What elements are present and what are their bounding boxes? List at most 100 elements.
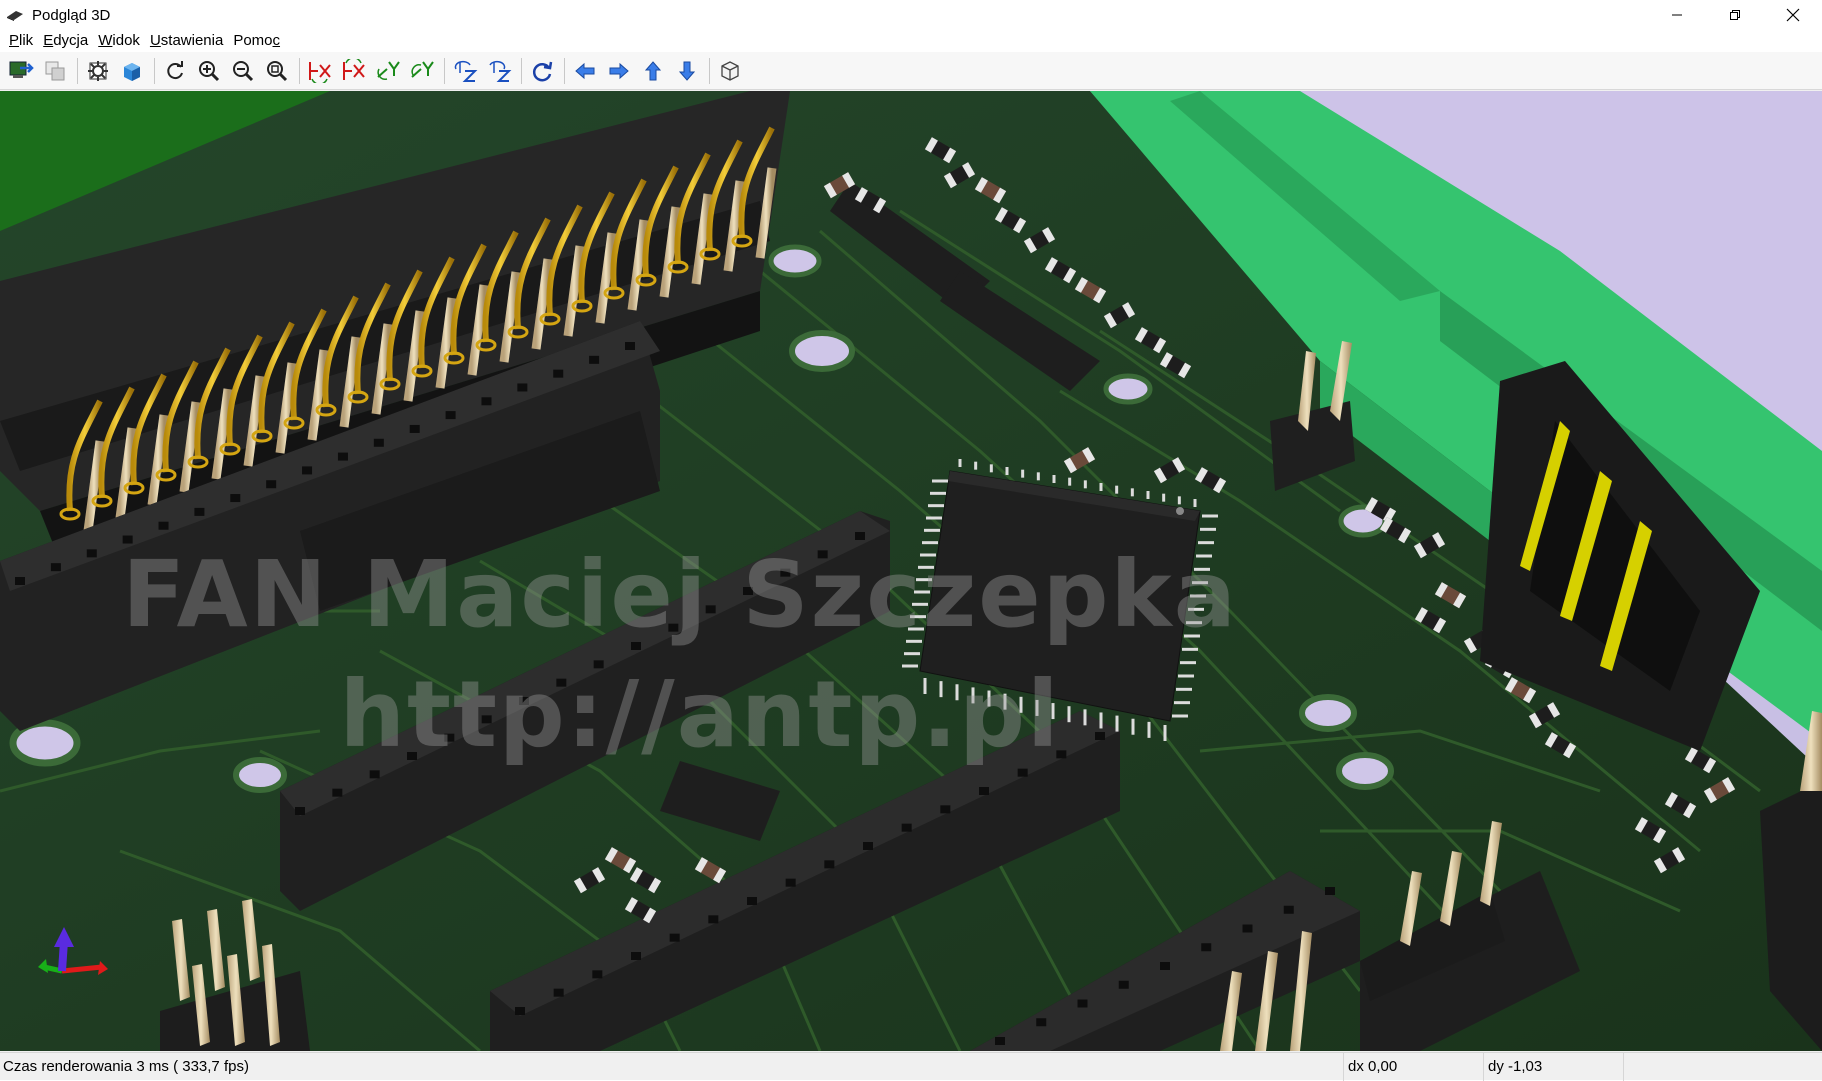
socket-hole [194, 507, 205, 516]
rotate-z-ccw-button[interactable] [484, 56, 514, 86]
menu-accel: E [43, 32, 54, 49]
menu-bar: Plik Edycja Widok Ustawienia Pomoc [0, 30, 1822, 52]
socket-hole [517, 383, 528, 392]
export-button[interactable] [6, 56, 36, 86]
socket-hole [1160, 962, 1170, 970]
socket-hole [515, 1007, 525, 1015]
toolbar-separator [564, 57, 565, 84]
menu-pomoc[interactable]: Pomoc [228, 30, 285, 52]
move-right-button[interactable] [604, 56, 634, 86]
rotate-y-ccw-button[interactable] [407, 56, 437, 86]
render-mode-button[interactable] [117, 56, 147, 86]
socket-hole [1283, 905, 1294, 914]
socket-hole [1077, 999, 1088, 1008]
flip-board-icon [532, 61, 553, 81]
menu-accel: P [9, 32, 20, 49]
toolbar-separator [709, 57, 710, 84]
menu-accel: U [149, 32, 161, 49]
rotate-y-cw-icon [377, 60, 400, 80]
socket-hole [1325, 887, 1335, 895]
settings-button[interactable] [83, 56, 113, 86]
render-time-status: Czas renderowania 3 ms ( 333,7 fps) [0, 1052, 1344, 1081]
move-up-button[interactable] [638, 56, 668, 86]
rotate-z-cw-icon [454, 60, 478, 82]
toolbar-separator [154, 57, 155, 84]
socket-hole [589, 355, 600, 364]
minimize-button[interactable] [1648, 0, 1706, 30]
socket-hole [295, 807, 305, 815]
rotate-x-cw-icon [309, 61, 331, 83]
socket-hole [1201, 943, 1212, 952]
menu-label: lik [19, 32, 34, 49]
close-button[interactable] [1764, 0, 1822, 30]
socket-hole [302, 466, 313, 475]
zoom-fit-button[interactable] [262, 56, 292, 86]
socket-hole [266, 480, 277, 489]
move-up-icon [644, 60, 662, 80]
toolbar-separator [521, 57, 522, 84]
socket-hole [863, 842, 873, 850]
socket-hole [901, 823, 912, 832]
socket-hole [230, 494, 241, 503]
move-down-button[interactable] [672, 56, 702, 86]
window-title: Podgląd 3D [32, 6, 111, 24]
menu-ustawienia[interactable]: Ustawienia [145, 30, 228, 52]
menu-edycja[interactable]: Edycja [38, 30, 93, 52]
rotate-y-cw-button[interactable] [373, 56, 403, 86]
restore-button[interactable] [1706, 0, 1764, 30]
menu-label: idok [112, 32, 140, 49]
socket-hole [592, 970, 603, 979]
menu-label: Pomo [233, 32, 273, 49]
socket-hole [631, 952, 641, 960]
flip-board-button[interactable] [527, 56, 557, 86]
socket-hole [158, 521, 169, 530]
reload-button[interactable] [160, 56, 190, 86]
socket-hole [337, 452, 348, 461]
zoom-in-button[interactable] [194, 56, 224, 86]
status-bar: Czas renderowania 3 ms ( 333,7 fps) dx 0… [0, 1052, 1822, 1081]
app-window: Podgląd 3D Plik Edycja Widok Ustawienia … [0, 0, 1822, 1081]
socket-hole [369, 770, 380, 779]
socket-hole [995, 1037, 1005, 1045]
socket-hole [1036, 1018, 1047, 1027]
menu-label: stawienia [160, 32, 224, 49]
title-bar: Podgląd 3D [0, 0, 1822, 30]
zoom-out-icon [233, 60, 254, 81]
menu-accel: c [272, 32, 281, 49]
move-left-button[interactable] [570, 56, 600, 86]
socket-hole [1118, 980, 1129, 989]
minimize-icon [1672, 14, 1682, 16]
dx-status: dx 0,00 [1344, 1052, 1484, 1081]
close-icon [1786, 8, 1800, 22]
copy-image-button[interactable] [40, 56, 70, 86]
render-mode-icon [124, 62, 140, 81]
rotate-x-cw-button[interactable] [305, 56, 335, 86]
socket-hole [373, 438, 384, 447]
socket-hole [481, 397, 492, 406]
rotate-z-cw-button[interactable] [450, 56, 480, 86]
socket-hole [1242, 924, 1253, 933]
watermark-line-1: FAN Maciej Szczepka [122, 541, 1238, 648]
zoom-in-icon [199, 60, 220, 81]
menu-plik[interactable]: Plik [4, 30, 38, 52]
socket-hole [409, 424, 420, 433]
3d-viewport[interactable]: FAN Maciej Szczepka http://antp.pl [0, 91, 1822, 1051]
move-right-icon [609, 62, 629, 79]
dy-status: dy -1,03 [1484, 1052, 1624, 1081]
socket-hole [979, 787, 989, 795]
socket-hole [785, 878, 796, 887]
socket-hole [553, 369, 564, 378]
socket-hole [625, 342, 635, 350]
socket-hole [332, 788, 343, 797]
restore-icon [1730, 10, 1740, 20]
zoom-out-button[interactable] [228, 56, 258, 86]
toolbar-separator [299, 57, 300, 84]
toolbar [0, 52, 1822, 90]
watermark-line-2: http://antp.pl [339, 661, 1061, 768]
rotate-x-ccw-button[interactable] [339, 56, 369, 86]
socket-hole [747, 897, 757, 905]
menu-widok[interactable]: Widok [93, 30, 145, 52]
menu-accel: W [98, 32, 113, 49]
ortho-view-button[interactable] [715, 56, 745, 86]
move-left-icon [575, 62, 595, 79]
